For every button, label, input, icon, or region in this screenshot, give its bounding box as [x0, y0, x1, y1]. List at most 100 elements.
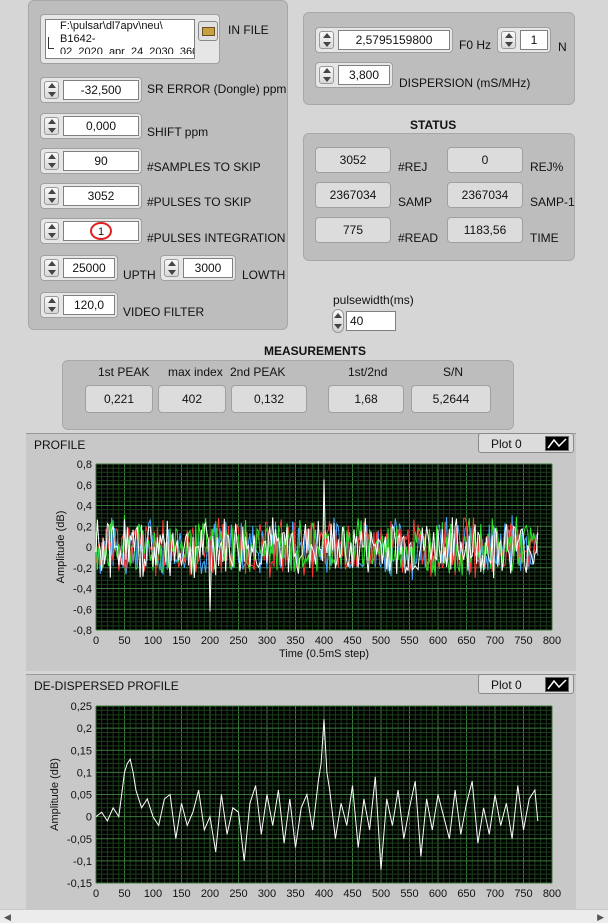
dedispersed-plot-legend[interactable]: Plot 0	[478, 674, 574, 694]
samples-to-skip-increment[interactable]	[44, 152, 59, 170]
max-index-label: max index	[168, 365, 223, 379]
lowth-field[interactable]: 3000	[183, 258, 233, 278]
y-axis-label: Amplitude (dB)	[55, 511, 67, 584]
scroll-left-icon[interactable]: ◀	[4, 912, 11, 923]
chevron-up-icon	[334, 313, 342, 318]
x-tick-label: 150	[172, 635, 190, 647]
sr-error-control[interactable]: -32,500	[40, 77, 142, 103]
in-file-path-field[interactable]: F:\pulsar\dl7apv\neu\ B1642- 02_2020_apr…	[45, 19, 195, 59]
f0-label: F0 Hz	[459, 38, 492, 52]
rej-pct-label: REJ%	[530, 160, 564, 174]
y-tick-label: 0,6	[77, 480, 92, 492]
n-control[interactable]: 1	[497, 27, 551, 53]
pulses-integration-field[interactable]: 1	[63, 221, 139, 241]
profile-plot-label: Plot 0	[491, 437, 522, 451]
pulsewidth-control[interactable]: 40	[332, 309, 396, 333]
in-file-control[interactable]: F:\pulsar\dl7apv\neu\ B1642- 02_2020_apr…	[40, 14, 220, 64]
pulses-to-skip-increment[interactable]	[44, 187, 59, 205]
in-file-path-line2: B1642-	[60, 33, 96, 45]
time-label: TIME	[530, 231, 559, 245]
x-tick-label: 800	[543, 635, 561, 647]
sr-error-label: SR ERROR (Dongle) ppm	[147, 82, 287, 96]
y-tick-label: 0,1	[77, 767, 92, 779]
n-increment[interactable]	[501, 31, 516, 49]
pulses-integration-value: 1	[90, 222, 112, 240]
y-tick-label: -0,05	[67, 834, 92, 846]
browse-folder-button[interactable]	[198, 21, 218, 41]
y-tick-label: -0,4	[73, 584, 92, 596]
n-field[interactable]: 1	[520, 30, 548, 50]
y-tick-label: -0,8	[73, 625, 92, 637]
y-tick-label: -0,15	[67, 878, 92, 890]
max-index-indicator: 402	[158, 385, 226, 413]
x-tick-label: 300	[258, 635, 276, 647]
samples-to-skip-control[interactable]: 90	[40, 148, 142, 174]
dispersion-increment[interactable]	[319, 66, 334, 84]
pulsewidth-field[interactable]: 40	[346, 311, 396, 331]
n-label: N	[558, 40, 567, 54]
dispersion-control[interactable]: 3,800	[315, 62, 393, 88]
video-filter-control[interactable]: 120,0	[40, 292, 118, 318]
profile-plot: 0,80,60,40,20-0,2-0,4-0,6-0,80 50 100 150 20…	[55, 459, 561, 660]
y-tick-label: 0,15	[71, 745, 92, 757]
upth-field[interactable]: 25000	[63, 258, 115, 278]
shift-increment[interactable]	[44, 117, 59, 135]
pulses-to-skip-control[interactable]: 3052	[40, 183, 142, 209]
upth-control[interactable]: 25000	[40, 255, 118, 281]
y-axis-label: Amplitude (dB)	[49, 758, 61, 831]
dedispersed-plot-label: Plot 0	[491, 678, 522, 692]
x-tick-label: 200	[201, 635, 219, 647]
pulses-integration-control[interactable]: 1	[40, 218, 142, 244]
x-tick-label: 100	[144, 635, 162, 647]
f0-increment[interactable]	[319, 31, 334, 49]
x-tick-label: 750	[514, 888, 532, 900]
x-tick-label: 550	[400, 888, 418, 900]
f0-control[interactable]: 2,5795159800	[315, 27, 453, 53]
pulsewidth-increment[interactable]	[332, 309, 344, 333]
shift-control[interactable]: 0,000	[40, 113, 142, 139]
x-tick-label: 650	[457, 635, 475, 647]
samples-to-skip-label: #SAMPLES TO SKIP	[147, 160, 261, 174]
pulses-integration-label: #PULSES INTEGRATION	[147, 231, 286, 245]
sn-indicator: 5,2644	[411, 385, 491, 413]
x-tick-label: 650	[457, 888, 475, 900]
horizontal-scrollbar[interactable]: ◀ ▶	[0, 909, 608, 923]
samp-label: SAMP	[398, 195, 433, 209]
samp-1-label: SAMP-1	[530, 195, 575, 209]
pulses-to-skip-label: #PULSES TO SKIP	[147, 195, 252, 209]
pulsar-params-panel	[303, 12, 575, 105]
lowth-control[interactable]: 3000	[160, 255, 236, 281]
x-tick-label: 550	[400, 635, 418, 647]
pulses-integration-increment[interactable]	[44, 222, 59, 240]
second-peak-label: 2nd PEAK	[230, 365, 286, 379]
f0-field[interactable]: 2,5795159800	[338, 30, 450, 50]
read-label: #READ	[398, 231, 439, 245]
pulsewidth-label: pulsewidth(ms)	[333, 293, 414, 307]
y-tick-label: 0	[86, 812, 92, 824]
sr-error-increment[interactable]	[44, 81, 59, 99]
y-tick-label: 0,8	[77, 459, 92, 471]
video-filter-label: VIDEO FILTER	[123, 305, 205, 319]
upth-increment[interactable]	[44, 259, 59, 277]
x-tick-label: 500	[372, 635, 390, 647]
dispersion-field[interactable]: 3,800	[338, 65, 390, 85]
scroll-right-icon[interactable]: ▶	[597, 912, 604, 923]
y-tick-label: 0,4	[77, 501, 92, 513]
y-tick-label: -0,2	[73, 563, 92, 575]
sr-error-field[interactable]: -32,500	[63, 80, 139, 100]
samples-to-skip-field[interactable]: 90	[63, 151, 139, 171]
profile-plot-legend[interactable]: Plot 0	[478, 433, 574, 453]
rej-pct-indicator: 0	[447, 147, 523, 173]
pulses-to-skip-field[interactable]: 3052	[63, 186, 139, 206]
x-tick-label: 300	[258, 888, 276, 900]
lowth-increment[interactable]	[164, 259, 179, 277]
y-tick-label: 0,2	[77, 521, 92, 533]
x-tick-label: 700	[486, 635, 504, 647]
y-tick-label: -0,1	[73, 856, 92, 868]
shift-field[interactable]: 0,000	[63, 116, 139, 136]
x-tick-label: 800	[543, 888, 561, 900]
video-filter-increment[interactable]	[44, 296, 59, 314]
rej-label: #REJ	[398, 160, 428, 174]
left-edge	[0, 0, 16, 909]
video-filter-field[interactable]: 120,0	[63, 295, 115, 315]
